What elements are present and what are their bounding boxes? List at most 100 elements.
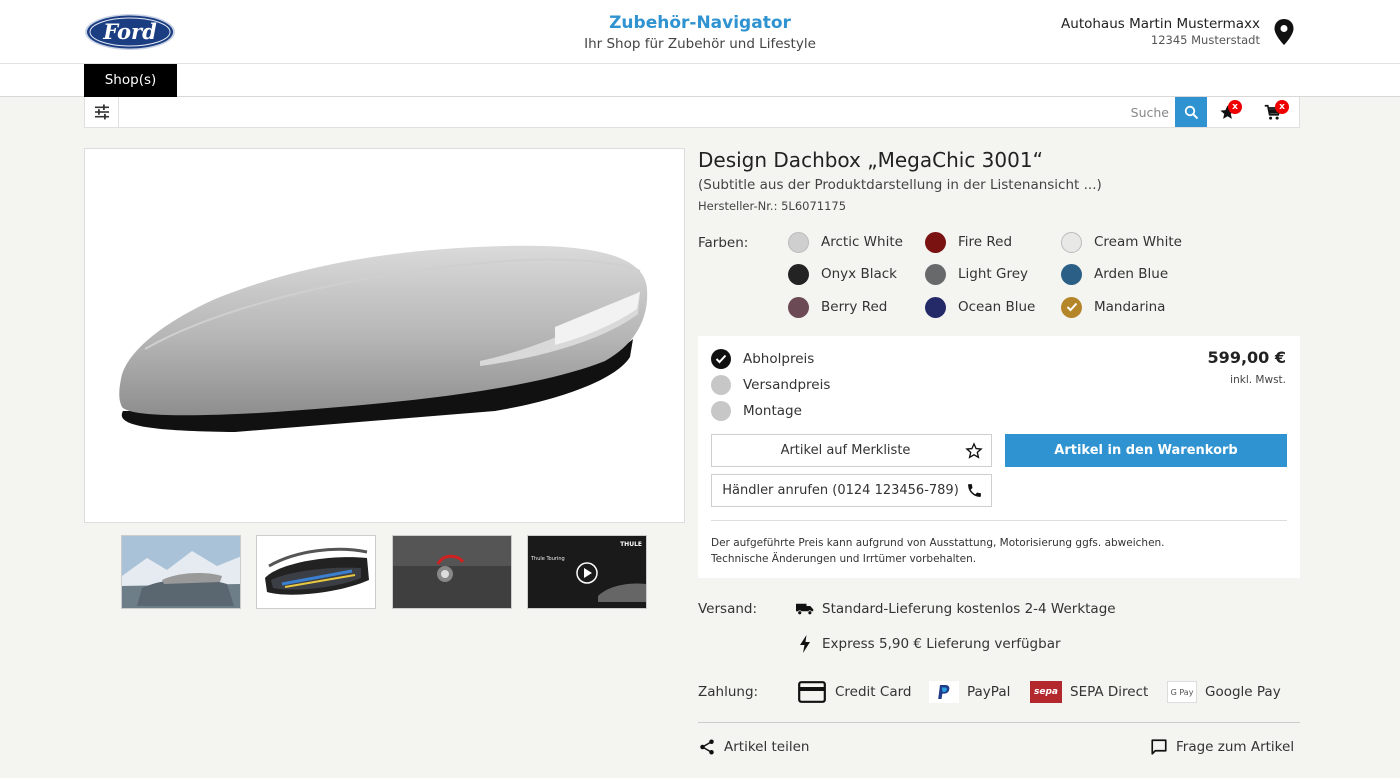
payment-method-sepa: sepa SEPA Direct xyxy=(1030,681,1148,703)
color-swatch xyxy=(925,263,946,285)
wishlist-button[interactable]: x xyxy=(1207,97,1247,127)
brand-block: Zubehör-Navigator Ihr Shop für Zubehör u… xyxy=(500,13,900,52)
search-bar: x x xyxy=(84,97,1300,128)
colors-label: Farben: xyxy=(698,235,749,251)
google-pay-icon: G Pay xyxy=(1167,681,1197,703)
product-subtitle: (Subtitle aus der Produktdarstellung in … xyxy=(698,177,1102,193)
search-button[interactable] xyxy=(1175,97,1207,127)
shipping-express: Express 5,90 € Lieferung verfügbar xyxy=(796,635,1061,653)
thumbnail-2[interactable] xyxy=(256,535,376,609)
color-option[interactable]: Light Grey xyxy=(925,263,1028,285)
main-nav: Shop(s) xyxy=(0,64,1400,97)
video-brand-label: THULE xyxy=(620,541,642,548)
price-option-installation[interactable]: Montage xyxy=(711,401,802,421)
color-name: Berry Red xyxy=(821,299,888,315)
ford-logo[interactable]: Ford xyxy=(84,13,176,51)
color-swatch xyxy=(1061,296,1082,318)
radio-button[interactable] xyxy=(711,375,731,395)
payment-name: PayPal xyxy=(967,684,1011,700)
color-swatch xyxy=(788,231,809,253)
video-title-label: Thule Touring xyxy=(531,556,565,562)
actions-divider xyxy=(698,722,1300,723)
cart-button[interactable]: x xyxy=(1253,97,1293,127)
cart-badge: x xyxy=(1275,100,1289,114)
shipping-label: Versand: xyxy=(698,601,758,617)
color-swatch xyxy=(1061,231,1082,253)
payment-method-paypal: PayPal xyxy=(929,681,1010,703)
dealer-name: Autohaus Martin Mustermaxx xyxy=(1061,16,1260,32)
color-name: Onyx Black xyxy=(821,266,897,282)
color-name: Light Grey xyxy=(958,266,1028,282)
radio-button[interactable] xyxy=(711,401,731,421)
color-option[interactable]: Cream White xyxy=(1061,231,1182,253)
disclaimer-line-1: Der aufgeführte Preis kann aufgrund von … xyxy=(711,537,1165,549)
wishlist-button-label: Artikel auf Merkliste xyxy=(780,443,911,458)
add-to-wishlist-button[interactable]: Artikel auf Merkliste xyxy=(711,434,992,467)
product-main-image[interactable] xyxy=(84,148,685,523)
color-swatch xyxy=(1061,263,1082,285)
star-outline-icon xyxy=(965,442,983,459)
add-to-cart-button[interactable]: Artikel in den Warenkorb xyxy=(1005,434,1287,467)
payment-method-credit-card: Credit Card xyxy=(797,681,911,703)
share-article-link[interactable]: Artikel teilen xyxy=(698,738,809,756)
radio-label: Versandpreis xyxy=(743,377,831,393)
shipping-standard: Standard-Lieferung kostenlos 2-4 Werktag… xyxy=(796,600,1116,618)
dealer-city: 12345 Musterstadt xyxy=(1150,33,1260,47)
payment-name: SEPA Direct xyxy=(1070,684,1149,700)
price-disclaimer: Der aufgeführte Preis kann aufgrund von … xyxy=(711,535,1271,567)
dealer-info[interactable]: Autohaus Martin Mustermaxx 12345 Musters… xyxy=(1061,16,1260,47)
credit-card-icon xyxy=(797,681,827,703)
color-option[interactable]: Arden Blue xyxy=(1061,263,1168,285)
phone-icon xyxy=(968,484,981,497)
share-icon xyxy=(700,739,714,755)
paypal-icon xyxy=(929,681,959,703)
color-option[interactable]: Berry Red xyxy=(788,296,887,318)
sepa-icon: sepa xyxy=(1030,681,1062,703)
ford-logo-text: Ford xyxy=(103,19,157,44)
site-header: Ford Zubehör-Navigator Ihr Shop für Zube… xyxy=(0,0,1400,64)
payment-method-google-pay: G Pay Google Pay xyxy=(1167,681,1281,703)
ask-question-label: Frage zum Artikel xyxy=(1176,739,1295,755)
call-dealer-label: Händler anrufen (0124 123456-789) xyxy=(722,483,959,498)
search-icon xyxy=(1184,105,1198,119)
color-option[interactable]: Fire Red xyxy=(925,231,1012,253)
color-name: Arctic White xyxy=(821,234,903,250)
shipping-express-text: Express 5,90 € Lieferung verfügbar xyxy=(822,636,1061,652)
lightning-icon xyxy=(796,635,814,653)
color-name: Mandarina xyxy=(1094,299,1166,315)
truck-icon xyxy=(796,600,814,618)
color-swatch xyxy=(925,231,946,253)
thumbnail-1[interactable] xyxy=(121,535,241,609)
filter-button[interactable] xyxy=(85,97,119,127)
price-option-shipping[interactable]: Versandpreis xyxy=(711,375,830,395)
color-option[interactable]: Ocean Blue xyxy=(925,296,1035,318)
thumbnail-3[interactable] xyxy=(392,535,512,609)
color-option[interactable]: Onyx Black xyxy=(788,263,897,285)
price-tax-note: inkl. Mwst. xyxy=(1230,374,1286,386)
disclaimer-line-2: Technische Änderungen und Irrtümer vorbe… xyxy=(711,553,977,565)
color-option[interactable]: Mandarina xyxy=(1061,296,1165,318)
tab-shops[interactable]: Shop(s) xyxy=(84,64,177,97)
color-name: Ocean Blue xyxy=(958,299,1036,315)
call-dealer-button[interactable]: Händler anrufen (0124 123456-789) xyxy=(711,474,992,507)
filter-sliders-icon xyxy=(94,104,109,120)
share-article-label: Artikel teilen xyxy=(724,739,810,755)
price-option-pickup[interactable]: Abholpreis xyxy=(711,349,814,369)
radio-button[interactable] xyxy=(711,349,731,369)
product-price: 599,00 € xyxy=(1207,348,1286,367)
app-title[interactable]: Zubehör-Navigator xyxy=(500,13,900,33)
product-sku: Hersteller-Nr.: 5L6071175 xyxy=(698,199,847,213)
ask-question-link[interactable]: Frage zum Artikel xyxy=(1150,738,1294,756)
price-box: Abholpreis Versandpreis Montage 599,00 €… xyxy=(698,336,1300,578)
map-pin-icon[interactable] xyxy=(1273,18,1295,46)
thumbnail-video[interactable]: THULE Thule Touring xyxy=(527,535,647,609)
sepa-icon-text: sepa xyxy=(1034,687,1058,697)
search-input[interactable] xyxy=(125,100,1169,124)
color-swatch xyxy=(788,263,809,285)
radio-label: Montage xyxy=(743,403,802,419)
payment-name: Credit Card xyxy=(835,684,912,700)
color-swatch xyxy=(925,296,946,318)
radio-label: Abholpreis xyxy=(743,351,815,367)
product-title: Design Dachbox „MegaChic 3001“ xyxy=(698,148,1043,172)
color-option[interactable]: Arctic White xyxy=(788,231,903,253)
